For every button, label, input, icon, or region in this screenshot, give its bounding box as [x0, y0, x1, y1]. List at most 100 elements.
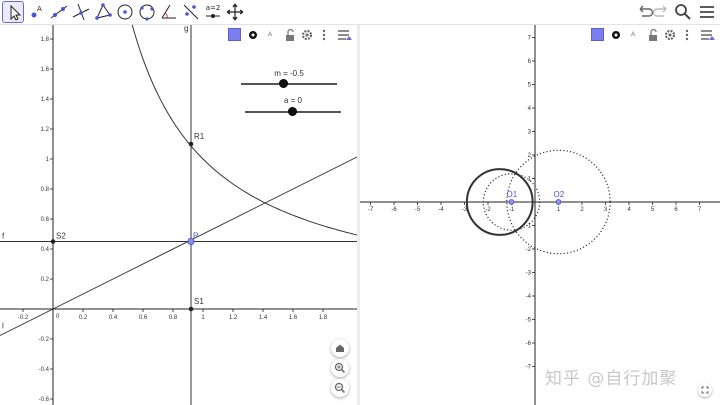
x-tick-label: 1.4 [259, 315, 268, 321]
x-tick-label: 0 [56, 314, 60, 320]
circle-icon [117, 4, 133, 20]
lock-icon[interactable] [282, 27, 298, 43]
slider-a[interactable]: a = 0 [245, 96, 341, 120]
angle-icon [161, 4, 176, 19]
x-tick-label: 0.2 [79, 315, 88, 321]
redo-icon [652, 5, 667, 17]
y-tick-label: 0.8 [41, 187, 50, 193]
point-O2[interactable] [555, 199, 562, 205]
point-S2[interactable] [50, 239, 56, 244]
zoom-in-icon [334, 362, 346, 374]
x-tick-label: 5 [651, 207, 655, 213]
undo-button[interactable] [634, 2, 654, 22]
x-tick-label: 1.2 [229, 315, 238, 321]
x-tick-label: -1 [509, 207, 515, 213]
slider-a-knob[interactable] [288, 107, 297, 116]
graphics-view-1[interactable]: -0.2 0 0.2 0.4 0.6 0.8 1 1.2 1.4 1.6 1.8 1.8 1.6 1.4 1… [0, 25, 357, 405]
y-tick-label: 1.2 [41, 127, 50, 133]
circle-three-points-icon [139, 4, 155, 21]
tool-polygon[interactable] [92, 1, 114, 23]
point-O1[interactable] [508, 199, 515, 205]
y-tick-label: 7 [528, 36, 532, 42]
x-tick-label: 2 [580, 207, 584, 213]
label-f: f [2, 232, 5, 241]
zoom-in-button[interactable] [331, 359, 349, 377]
fullscreen-button[interactable] [698, 383, 712, 397]
y-tick-label: 1.4 [41, 97, 50, 103]
y-tick-label: -0.6 [39, 397, 50, 403]
point-style-icon[interactable] [245, 27, 261, 43]
tool-line[interactable] [48, 1, 70, 23]
text-size-icon[interactable]: A [262, 27, 278, 43]
tool-reflect[interactable] [180, 1, 202, 23]
view-menu-icon[interactable] [336, 27, 352, 43]
y-tick-label: -3 [526, 271, 532, 277]
more-icon[interactable] [679, 27, 695, 43]
label-O2: O2 [554, 190, 565, 199]
point-style-icon[interactable] [608, 27, 624, 43]
label-l: l [2, 322, 4, 331]
toolbar: A a=2 [0, 0, 720, 25]
x-tick-label: -0.2 [18, 315, 29, 321]
zoom-out-button[interactable] [331, 379, 349, 397]
style-bar: A [226, 27, 356, 45]
tool-slider[interactable]: a=2 [202, 1, 224, 23]
redo-button[interactable] [652, 2, 672, 22]
x-tick-label: 4 [627, 207, 631, 213]
search-button[interactable] [673, 2, 693, 22]
x-tick-label: 1 [201, 315, 205, 321]
tool-circle-center[interactable] [114, 1, 136, 23]
undo-icon [639, 5, 654, 17]
y-tick-label: 1.8 [41, 37, 50, 43]
gear-icon[interactable] [299, 27, 315, 43]
zoom-out-icon [334, 382, 346, 394]
style-bar: A [589, 27, 719, 45]
text-size-icon[interactable]: A [625, 27, 641, 43]
search-icon [675, 4, 691, 20]
label-g: g [184, 25, 188, 33]
graphics-view-2[interactable]: -7 -6 -5 -4 -3 -2 -1 1 2 3 4 5 6 7 7 6 5 4 3 2 1 -1 -2 -3 -4 -5 -6… [360, 25, 720, 405]
tool-move-graphics[interactable] [224, 1, 246, 23]
more-icon[interactable] [316, 27, 332, 43]
lock-icon[interactable] [645, 27, 661, 43]
x-tick-label: 0.6 [139, 315, 148, 321]
slider-a-label: a = 0 [283, 96, 302, 105]
x-tick-label: -7 [368, 207, 374, 213]
view-menu-icon[interactable] [699, 27, 715, 43]
tool-point[interactable]: A [26, 1, 48, 23]
home-icon [336, 344, 344, 352]
y-tick-label: 0.6 [41, 217, 50, 223]
x-tick-label: 7 [698, 207, 702, 213]
slider-m-track[interactable] [241, 83, 337, 85]
x-tick-label: 3 [604, 207, 608, 213]
tool-circle-three-points[interactable] [136, 1, 158, 23]
slider-m-knob[interactable] [279, 79, 288, 88]
graphics-view-2-canvas[interactable]: -7 -6 -5 -4 -3 -2 -1 1 2 3 4 5 6 77654321-1-2-3-4-5-6… [360, 25, 720, 405]
point-S1[interactable] [188, 306, 194, 312]
y-tick-label: -1 [526, 224, 532, 230]
move-view-icon [226, 3, 244, 21]
gear-icon[interactable] [662, 27, 678, 43]
x-tick-label: 1.6 [289, 315, 298, 321]
y-tick-label: -5 [526, 318, 532, 324]
line-icon [50, 5, 68, 19]
menu-button[interactable] [697, 2, 717, 22]
y-tick-label: 0.4 [41, 247, 50, 253]
label-R1: R1 [194, 132, 205, 141]
tool-perpendicular[interactable] [70, 1, 92, 23]
point-R1[interactable] [188, 141, 194, 147]
tool-angle[interactable] [158, 1, 180, 23]
home-button[interactable] [331, 339, 349, 357]
svg-text:A: A [37, 5, 42, 13]
tool-move[interactable] [2, 1, 24, 23]
slider-m[interactable]: m = -0.5 [241, 69, 337, 93]
color-swatch-icon[interactable] [591, 28, 604, 41]
slider-tool-label: a=2 [205, 4, 221, 12]
perpendicular-line-icon [72, 3, 90, 21]
axes [360, 25, 720, 405]
label-O1: O1 [507, 190, 518, 199]
function-curve[interactable] [125, 25, 357, 236]
fullscreen-icon [701, 386, 709, 394]
color-swatch-icon[interactable] [228, 28, 241, 41]
x-tick-label: -6 [391, 207, 397, 213]
